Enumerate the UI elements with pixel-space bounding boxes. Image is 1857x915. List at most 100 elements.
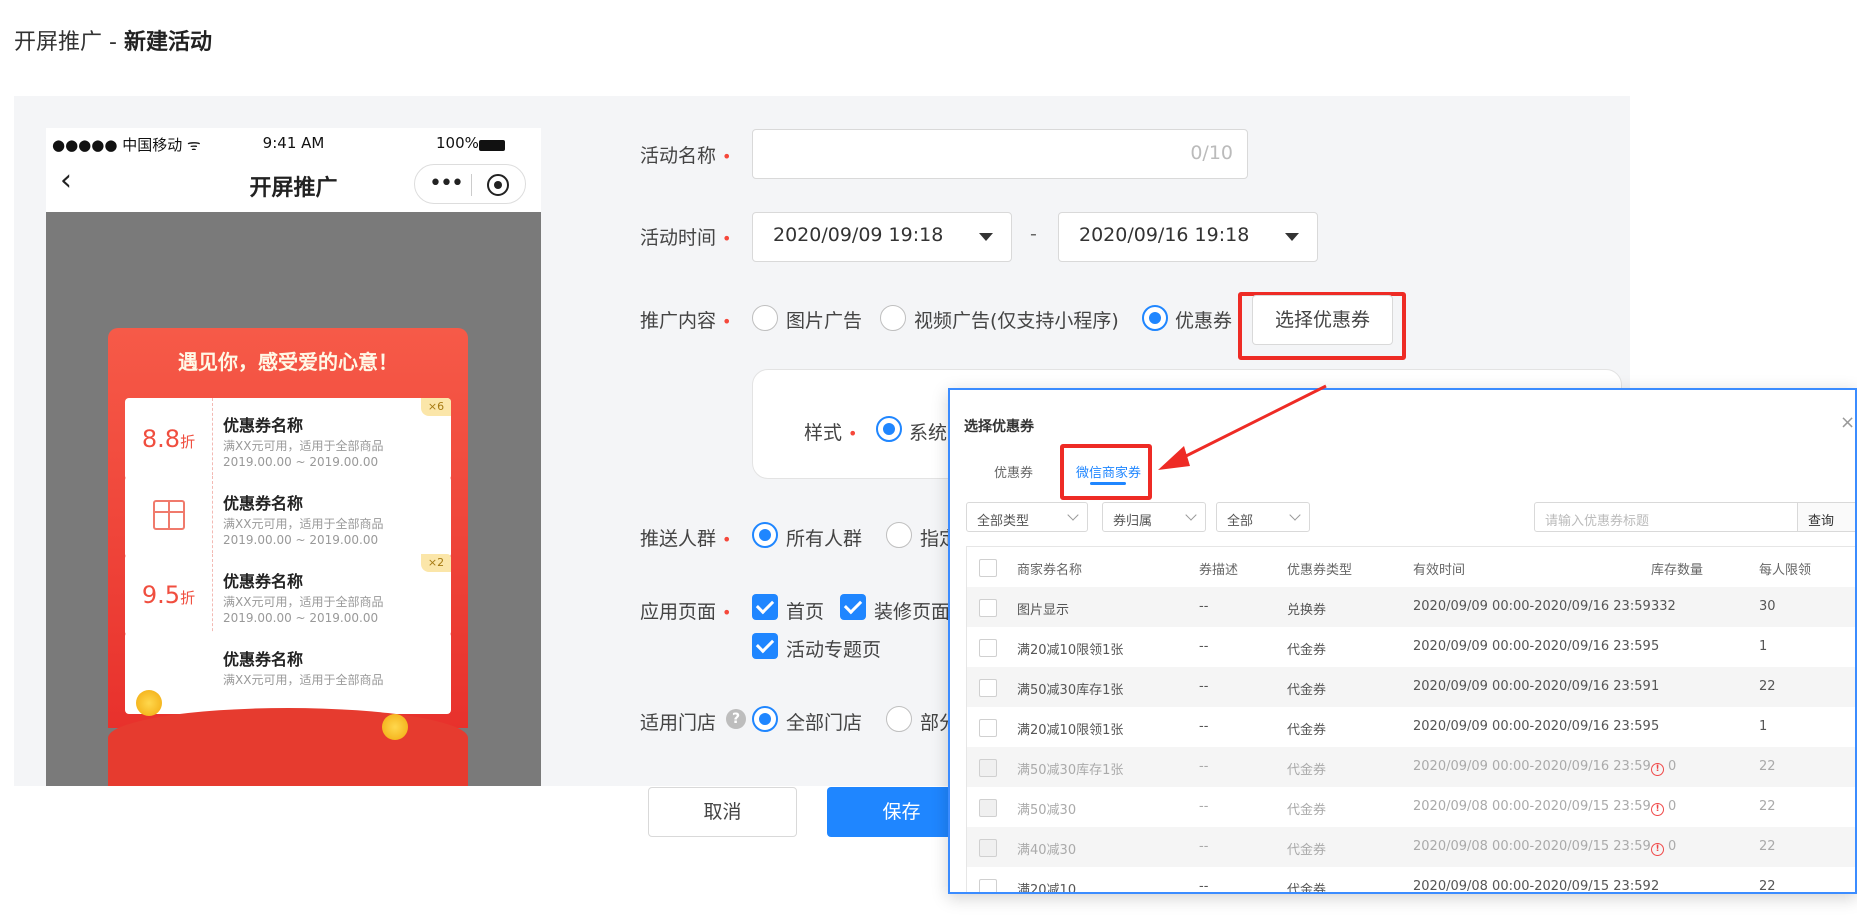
radio-style-system[interactable]	[876, 416, 902, 442]
table-cell: 332	[1651, 599, 1676, 614]
warning-icon: !	[1651, 803, 1664, 816]
help-icon[interactable]: ?	[726, 709, 746, 729]
table-cell: 5	[1651, 639, 1660, 654]
end-time-picker[interactable]: 2020/09/16 19:18	[1058, 212, 1318, 262]
row-checkbox[interactable]	[979, 879, 997, 892]
checkbox-decor-page[interactable]	[840, 594, 866, 620]
table-cell: 1	[1759, 719, 1768, 734]
stock-cell: ! 0	[1651, 759, 1676, 776]
table-cell: --	[1199, 759, 1209, 774]
coupon-title: 优惠券名称	[223, 572, 304, 591]
style-label: 样式 •	[804, 422, 858, 444]
more-icon[interactable]: •••	[429, 171, 464, 196]
table-cell: 22	[1759, 799, 1776, 814]
radio-all-stores[interactable]	[752, 706, 778, 732]
coupon-search-input[interactable]: 请输入优惠券标题	[1534, 502, 1798, 532]
start-time-picker[interactable]: 2020/09/09 19:18	[752, 212, 1012, 262]
table-cell: --	[1199, 799, 1209, 814]
table-row[interactable]: 图片显示 -- 兑换券 2020/09/09 00:00-2020/09/16 23:…	[967, 587, 1855, 627]
phone-preview: ●●●●● 中国移动 ᯤ 9:41 AM 100% ‹ 开屏推广 ••• 遇见你…	[46, 128, 541, 786]
capsule-divider	[471, 174, 472, 196]
radio-some-stores[interactable]	[886, 706, 912, 732]
table-row[interactable]: 满50减30 -- 代金券 2020/09/08 00:00-2020/09/15 2…	[967, 787, 1855, 827]
radio-image-ad[interactable]	[752, 305, 778, 331]
dialog-title: 选择优惠券	[964, 419, 1034, 435]
table-cell: --	[1199, 679, 1209, 694]
table-cell: 2020/09/09 00:00-2020/09/16 23:59	[1413, 599, 1651, 614]
row-checkbox[interactable]	[979, 599, 997, 617]
radio-specified-audience[interactable]	[886, 522, 912, 548]
row-checkbox[interactable]	[979, 679, 997, 697]
mini-program-capsule[interactable]: •••	[414, 164, 526, 204]
radio-coupon[interactable]	[1142, 305, 1168, 331]
option-topic-page: 活动专题页	[786, 639, 882, 661]
row-checkbox[interactable]	[979, 639, 997, 657]
checkbox-topic-page[interactable]	[752, 633, 778, 659]
option-style-system: 系统	[909, 422, 948, 444]
row-checkbox[interactable]	[979, 799, 997, 817]
table-cell: 2020/09/09 00:00-2020/09/16 23:59	[1413, 759, 1651, 774]
row-checkbox[interactable]	[979, 839, 997, 857]
select-all-checkbox[interactable]	[979, 559, 997, 577]
row-checkbox[interactable]	[979, 759, 997, 777]
table-cell: 代金券	[1287, 843, 1327, 858]
chevron-down-icon	[1185, 509, 1197, 521]
radio-all-audience[interactable]	[752, 522, 778, 548]
table-cell: 满20减10限领1张	[1017, 643, 1124, 658]
status-battery: 100%	[436, 134, 505, 152]
type-filter-select[interactable]: 全部类型	[966, 502, 1088, 532]
table-cell: 满50减30库存1张	[1017, 763, 1124, 778]
close-target-icon[interactable]	[487, 174, 509, 196]
checkbox-home[interactable]	[752, 594, 778, 620]
tab-coupon[interactable]: 优惠券	[994, 462, 1033, 481]
table-cell: 22	[1759, 679, 1776, 694]
caret-down-icon	[1285, 233, 1299, 241]
table-row[interactable]: 满50减30库存1张 -- 代金券 2020/09/09 00:00-2020/09/…	[967, 667, 1855, 707]
row-checkbox[interactable]	[979, 719, 997, 737]
table-cell: 2020/09/08 00:00-2020/09/15 23:59	[1413, 839, 1651, 854]
owner-filter-select[interactable]: 券归属	[1102, 502, 1206, 532]
table-cell: 代金券	[1287, 883, 1327, 894]
start-time-value: 2020/09/09 19:18	[773, 224, 944, 246]
caret-down-icon	[979, 233, 993, 241]
stock-value: 0	[1668, 759, 1677, 774]
table-cell: 满50减30库存1张	[1017, 683, 1124, 698]
pages-label: 应用页面 •	[640, 601, 732, 623]
radio-video-ad[interactable]	[880, 305, 906, 331]
highlight-box	[1060, 444, 1152, 500]
option-coupon: 优惠券	[1175, 310, 1233, 332]
table-header: 商家券名称 券描述 优惠券类型 有效时间 库存数量 每人限领	[967, 547, 1855, 587]
close-icon[interactable]: ×	[1840, 412, 1855, 433]
battery-icon	[478, 140, 505, 151]
table-cell: 代金券	[1287, 723, 1327, 738]
coupon-table: 商家券名称 券描述 优惠券类型 有效时间 库存数量 每人限领 图片显示 -- 兑换券…	[966, 546, 1855, 894]
status-filter-select[interactable]: 全部	[1216, 502, 1310, 532]
coin-decoration	[382, 714, 408, 740]
table-row[interactable]: 满20减10限领1张 -- 代金券 2020/09/09 00:00-2020/09/…	[967, 627, 1855, 667]
col-type: 优惠券类型	[1287, 563, 1353, 578]
coupon-desc: 满XX元可用，适用于全部商品 2019.00.00 ~ 2019.00.00	[223, 439, 384, 469]
coupon-item: 9.5折 优惠券名称 满XX元可用，适用于全部商品 2019.00.00 ~ 20…	[125, 554, 451, 636]
table-cell: 2020/09/09 00:00-2020/09/16 23:59	[1413, 639, 1651, 654]
activity-name-label: 活动名称 •	[640, 145, 732, 167]
activity-name-input[interactable]: 0/10	[752, 129, 1248, 179]
time-range-dash: -	[1030, 223, 1037, 245]
table-cell: 满20减10限领1张	[1017, 723, 1124, 738]
table-row[interactable]: 满20减10限领1张 -- 代金券 2020/09/09 00:00-2020/09/…	[967, 707, 1855, 747]
table-row[interactable]: 满40减30 -- 代金券 2020/09/08 00:00-2020/09/15 2…	[967, 827, 1855, 867]
table-cell: --	[1199, 839, 1209, 854]
coupon-item: 8.8折 优惠券名称 满XX元可用，适用于全部商品 2019.00.00 ~ 20…	[125, 398, 451, 480]
cancel-button[interactable]: 取消	[648, 787, 797, 837]
char-counter: 0/10	[1190, 142, 1233, 164]
select-coupon-button[interactable]: 选择优惠券	[1252, 295, 1393, 345]
table-cell: 2	[1651, 879, 1660, 894]
table-cell: 满50减30	[1017, 803, 1077, 818]
table-row[interactable]: 满20减10 -- 代金券 2020/09/08 00:00-2020/09/15 2…	[967, 867, 1855, 894]
gift-icon	[153, 500, 185, 530]
table-row[interactable]: 满50减30库存1张 -- 代金券 2020/09/09 00:00-2020/09/…	[967, 747, 1855, 787]
coupon-item: 优惠券名称 满XX元可用，适用于全部商品	[125, 632, 451, 714]
table-cell: 代金券	[1287, 643, 1327, 658]
query-button[interactable]: 查询	[1798, 502, 1855, 532]
col-stock: 库存数量	[1651, 563, 1704, 578]
option-all-stores: 全部门店	[786, 712, 863, 734]
